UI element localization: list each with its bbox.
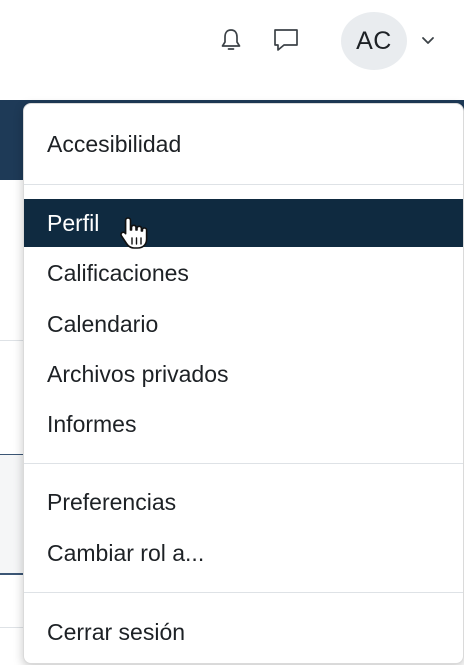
user-dropdown-menu: Accesibilidad Perfil Calificaciones Cale…: [23, 103, 464, 664]
menu-divider: [24, 184, 463, 185]
chat-icon: [274, 29, 298, 51]
notifications-button[interactable]: [211, 20, 251, 60]
top-navbar: AC: [0, 0, 464, 90]
menu-item-archivos-privados[interactable]: Archivos privados: [24, 350, 463, 398]
bell-icon: [221, 29, 241, 50]
chevron-down-icon: [422, 36, 434, 44]
menu-item-cambiar-rol[interactable]: Cambiar rol a...: [24, 529, 463, 577]
menu-item-cerrar-sesion[interactable]: Cerrar sesión: [24, 608, 463, 656]
menu-divider: [24, 592, 463, 593]
menu-item-perfil[interactable]: Perfil: [24, 199, 463, 247]
menu-divider: [24, 463, 463, 464]
user-avatar[interactable]: AC: [341, 12, 407, 70]
user-menu-toggle[interactable]: [416, 28, 440, 52]
messages-button[interactable]: [266, 20, 306, 60]
menu-item-accesibilidad[interactable]: Accesibilidad: [24, 120, 463, 168]
menu-item-informes[interactable]: Informes: [24, 400, 463, 448]
menu-item-calificaciones[interactable]: Calificaciones: [24, 249, 463, 297]
menu-item-preferencias[interactable]: Preferencias: [24, 478, 463, 526]
menu-item-calendario[interactable]: Calendario: [24, 300, 463, 348]
